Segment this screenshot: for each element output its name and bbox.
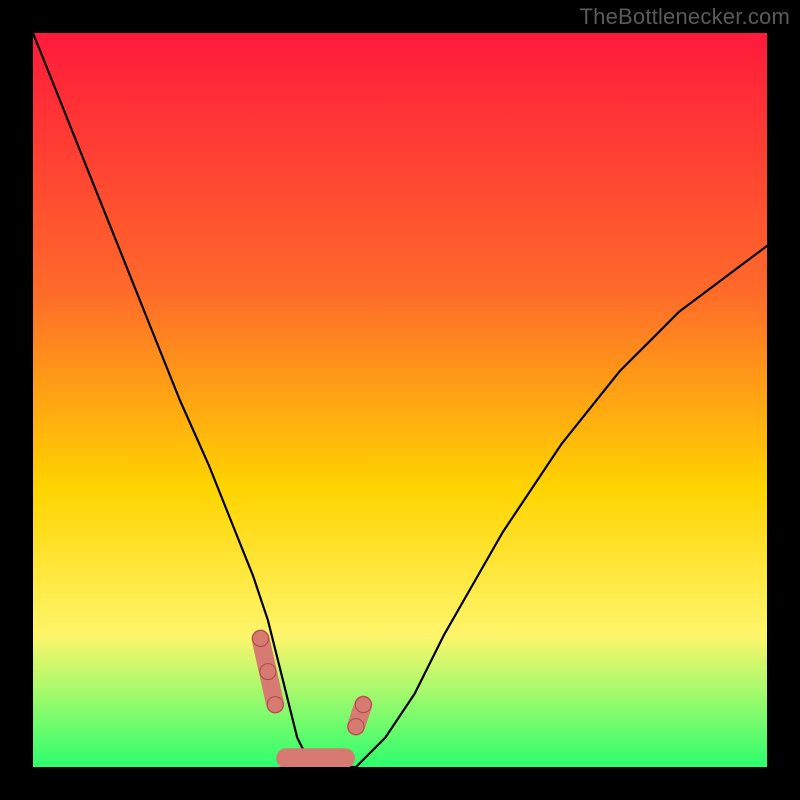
- chart-area: [33, 33, 767, 767]
- curve-marker: [355, 697, 371, 713]
- chart-svg: [33, 33, 767, 767]
- curve-marker: [253, 631, 269, 647]
- curve-marker: [348, 719, 364, 735]
- outer-frame: TheBottlenecker.com: [0, 0, 800, 800]
- gradient-background: [33, 33, 767, 767]
- watermark-text: TheBottlenecker.com: [580, 4, 790, 30]
- curve-marker: [267, 697, 283, 713]
- curve-marker: [260, 664, 276, 680]
